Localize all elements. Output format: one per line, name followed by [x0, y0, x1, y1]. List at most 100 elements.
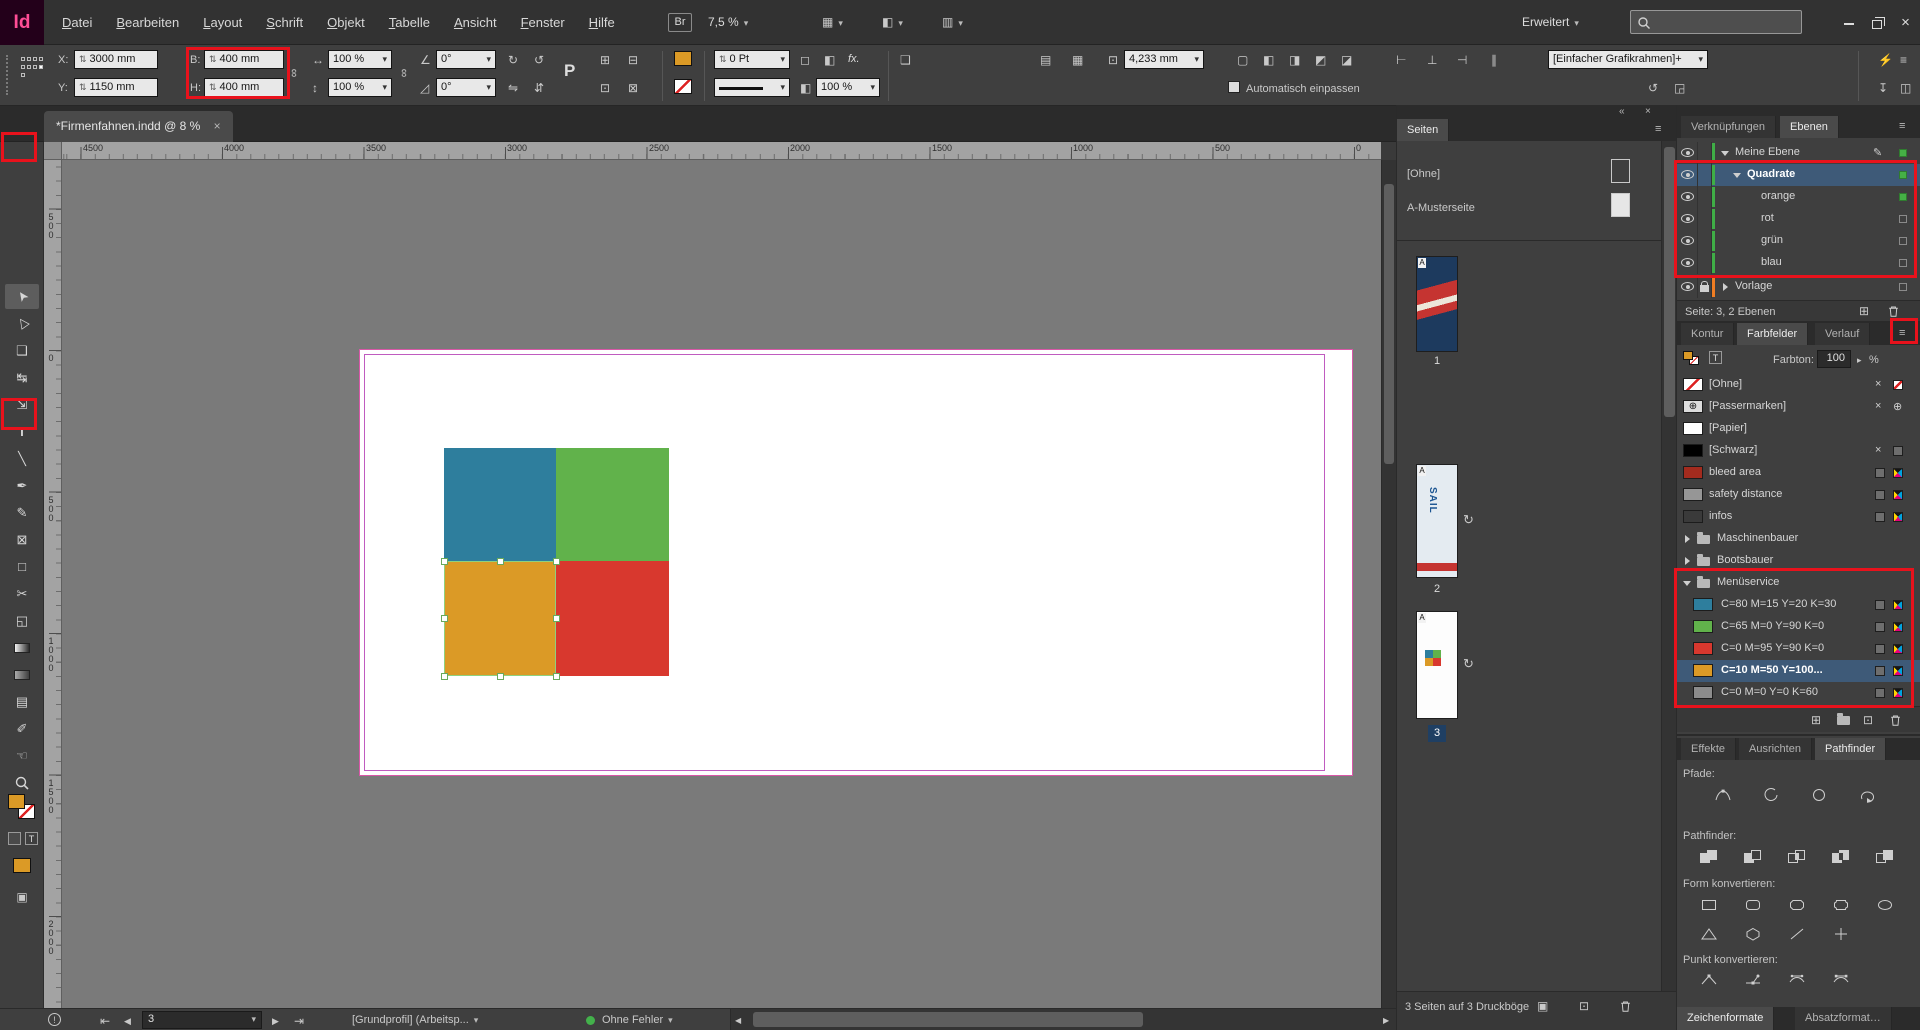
- menu-datei[interactable]: Datei: [50, 0, 104, 45]
- menu-objekt[interactable]: Objekt: [315, 0, 377, 45]
- master-none-label[interactable]: [Ohne]: [1407, 167, 1440, 181]
- menu-ansicht[interactable]: Ansicht: [442, 0, 509, 45]
- panel-grip[interactable]: [6, 55, 10, 95]
- wrap-none-button[interactable]: ▢: [1237, 53, 1248, 67]
- visibility-toggle[interactable]: [1681, 170, 1694, 182]
- pencil-tool[interactable]: ✎: [5, 500, 39, 525]
- ref-dot[interactable]: [33, 65, 37, 69]
- ref-dot[interactable]: [27, 57, 31, 61]
- layer-selection-box[interactable]: [1899, 193, 1907, 201]
- convert-ellipse-button[interactable]: [1865, 893, 1905, 917]
- menu-bearbeiten[interactable]: Bearbeiten: [104, 0, 191, 45]
- visibility-toggle[interactable]: [1681, 192, 1694, 204]
- document-canvas[interactable]: [62, 160, 1381, 1008]
- stroke-style-dropdown[interactable]: [714, 78, 790, 97]
- swatch-row-c0-k60[interactable]: C=0 M=0 Y=0 K=60: [1677, 682, 1920, 704]
- update-link-button[interactable]: ↧: [1878, 81, 1888, 95]
- join-path-button[interactable]: [1703, 783, 1743, 807]
- center-content-button[interactable]: ⊡: [600, 81, 610, 95]
- rectangle-tool[interactable]: □: [5, 554, 39, 579]
- layer-name[interactable]: grün: [1761, 234, 1783, 246]
- zoom-level-dropdown[interactable]: 7,5 %: [708, 15, 748, 29]
- break-link-style-button[interactable]: ◲: [1674, 81, 1685, 95]
- tab-zeichenformate[interactable]: Zeichenformate: [1677, 1007, 1774, 1030]
- expand-triangle-icon[interactable]: [1733, 173, 1741, 178]
- flip-vertical-button[interactable]: ⇵: [534, 81, 544, 95]
- layer-row-rot[interactable]: rot: [1677, 208, 1920, 230]
- distribute-button[interactable]: ∥: [1491, 53, 1497, 67]
- swatch-group-maschinenbauer[interactable]: Maschinenbauer: [1677, 528, 1920, 550]
- convert-corner-point-button[interactable]: [1733, 967, 1773, 991]
- ref-dot[interactable]: [21, 65, 25, 69]
- horizontal-scrollbar[interactable]: ◀ ▶: [730, 1009, 1396, 1030]
- scale-x-field[interactable]: 100 %: [328, 50, 392, 69]
- formatting-affects-text-button[interactable]: T: [25, 832, 38, 845]
- layer-row-vorlage[interactable]: Vorlage: [1677, 276, 1920, 298]
- collapsed-triangle-icon[interactable]: [1723, 283, 1728, 291]
- opacity-field[interactable]: 100 %: [816, 78, 880, 97]
- object-style-dropdown[interactable]: [Einfacher Grafikrahmen]+: [1548, 50, 1708, 69]
- free-transform-tool[interactable]: ◱: [5, 608, 39, 633]
- drop-shadow-button[interactable]: ❑: [900, 53, 911, 67]
- convert-polygon-button[interactable]: [1733, 922, 1773, 946]
- tab-ebenen[interactable]: Ebenen: [1780, 116, 1839, 138]
- fx-button[interactable]: fx.: [848, 53, 860, 65]
- convert-beveled-rectangle-button[interactable]: [1777, 893, 1817, 917]
- restore-button[interactable]: [1863, 0, 1891, 45]
- x-position-field[interactable]: 3000 mm: [74, 50, 158, 69]
- master-none-thumbnail[interactable]: [1611, 159, 1630, 183]
- layer-row-quadrate-selected[interactable]: Quadrate: [1677, 164, 1920, 186]
- scroll-left-arrow[interactable]: ◀: [735, 1014, 741, 1028]
- layer-row-meine-ebene[interactable]: Meine Ebene ✎: [1677, 142, 1920, 164]
- swatch-row-ohne[interactable]: [Ohne] ×: [1677, 374, 1920, 396]
- ref-dot[interactable]: [27, 65, 31, 69]
- page-2-number[interactable]: 2: [1417, 583, 1457, 595]
- visibility-toggle[interactable]: [1681, 236, 1694, 248]
- y-position-field[interactable]: 1150 mm: [74, 78, 158, 97]
- vertical-ruler[interactable]: 500 0 500 1000 1500 2000: [44, 160, 62, 1008]
- layer-selection-box[interactable]: [1899, 215, 1907, 223]
- scrollbar-thumb[interactable]: [1664, 147, 1675, 417]
- selection-handle[interactable]: [553, 615, 560, 622]
- layer-name[interactable]: blau: [1761, 256, 1782, 268]
- swatch-row-papier[interactable]: [Papier]: [1677, 418, 1920, 440]
- scale-y-field[interactable]: 100 %: [328, 78, 392, 97]
- screen-mode-dropdown[interactable]: ◧: [882, 15, 903, 30]
- panel-menu-icon[interactable]: ≡: [1655, 123, 1661, 135]
- delete-layer-button[interactable]: [1887, 305, 1900, 318]
- swatches-panel-menu-icon[interactable]: ≡: [1899, 327, 1905, 339]
- rotate-90-cw-button[interactable]: ↻: [508, 53, 518, 67]
- fit-frame-to-content-button[interactable]: ⊟: [628, 53, 638, 67]
- selection-handle[interactable]: [497, 673, 504, 680]
- convert-orthogonal-line-button[interactable]: [1821, 922, 1861, 946]
- layer-selection-box[interactable]: [1899, 237, 1907, 245]
- convert-symmetric-point-button[interactable]: [1821, 967, 1861, 991]
- new-swatch-button[interactable]: ⊡: [1863, 713, 1873, 727]
- fill-color-swatch[interactable]: [674, 51, 692, 66]
- close-panel-icon[interactable]: ×: [1645, 106, 1651, 117]
- delete-swatch-button[interactable]: [1889, 714, 1902, 727]
- view-options-dropdown[interactable]: ▦: [822, 15, 843, 30]
- pathfinder-subtract-button[interactable]: [1733, 845, 1773, 869]
- corner-radius-field[interactable]: 4,233 mm: [1124, 50, 1204, 69]
- swatch-row-infos[interactable]: infos: [1677, 506, 1920, 528]
- next-page-button[interactable]: ▶: [272, 1014, 279, 1028]
- text-wrap-around-button[interactable]: ▦: [1072, 53, 1083, 67]
- swatch-row-passermarken[interactable]: ⊕ [Passermarken] × ⊕: [1677, 396, 1920, 418]
- line-tool[interactable]: ╲: [5, 446, 39, 471]
- width-field[interactable]: 400 mm: [204, 50, 284, 69]
- clear-overrides-button[interactable]: ↺: [1648, 81, 1658, 95]
- close-path-button[interactable]: [1799, 783, 1839, 807]
- wrap-object-shape-button[interactable]: ◨: [1289, 53, 1300, 67]
- layer-name[interactable]: rot: [1761, 212, 1774, 224]
- wrap-jump-button[interactable]: ◩: [1315, 53, 1326, 67]
- swatch-row-c80[interactable]: C=80 M=15 Y=20 K=30: [1677, 594, 1920, 616]
- tint-slider-arrow[interactable]: ▸: [1857, 353, 1862, 367]
- reference-point-proxy[interactable]: [20, 56, 44, 80]
- control-panel-menu-icon[interactable]: ≡: [1900, 53, 1907, 67]
- scrollbar-thumb[interactable]: [753, 1012, 1143, 1027]
- collapsed-triangle-icon[interactable]: [1685, 535, 1690, 543]
- pathfinder-intersect-button[interactable]: [1777, 845, 1817, 869]
- fill-proxy-mini[interactable]: [1683, 351, 1693, 360]
- align-center-button[interactable]: ⊥: [1427, 53, 1437, 67]
